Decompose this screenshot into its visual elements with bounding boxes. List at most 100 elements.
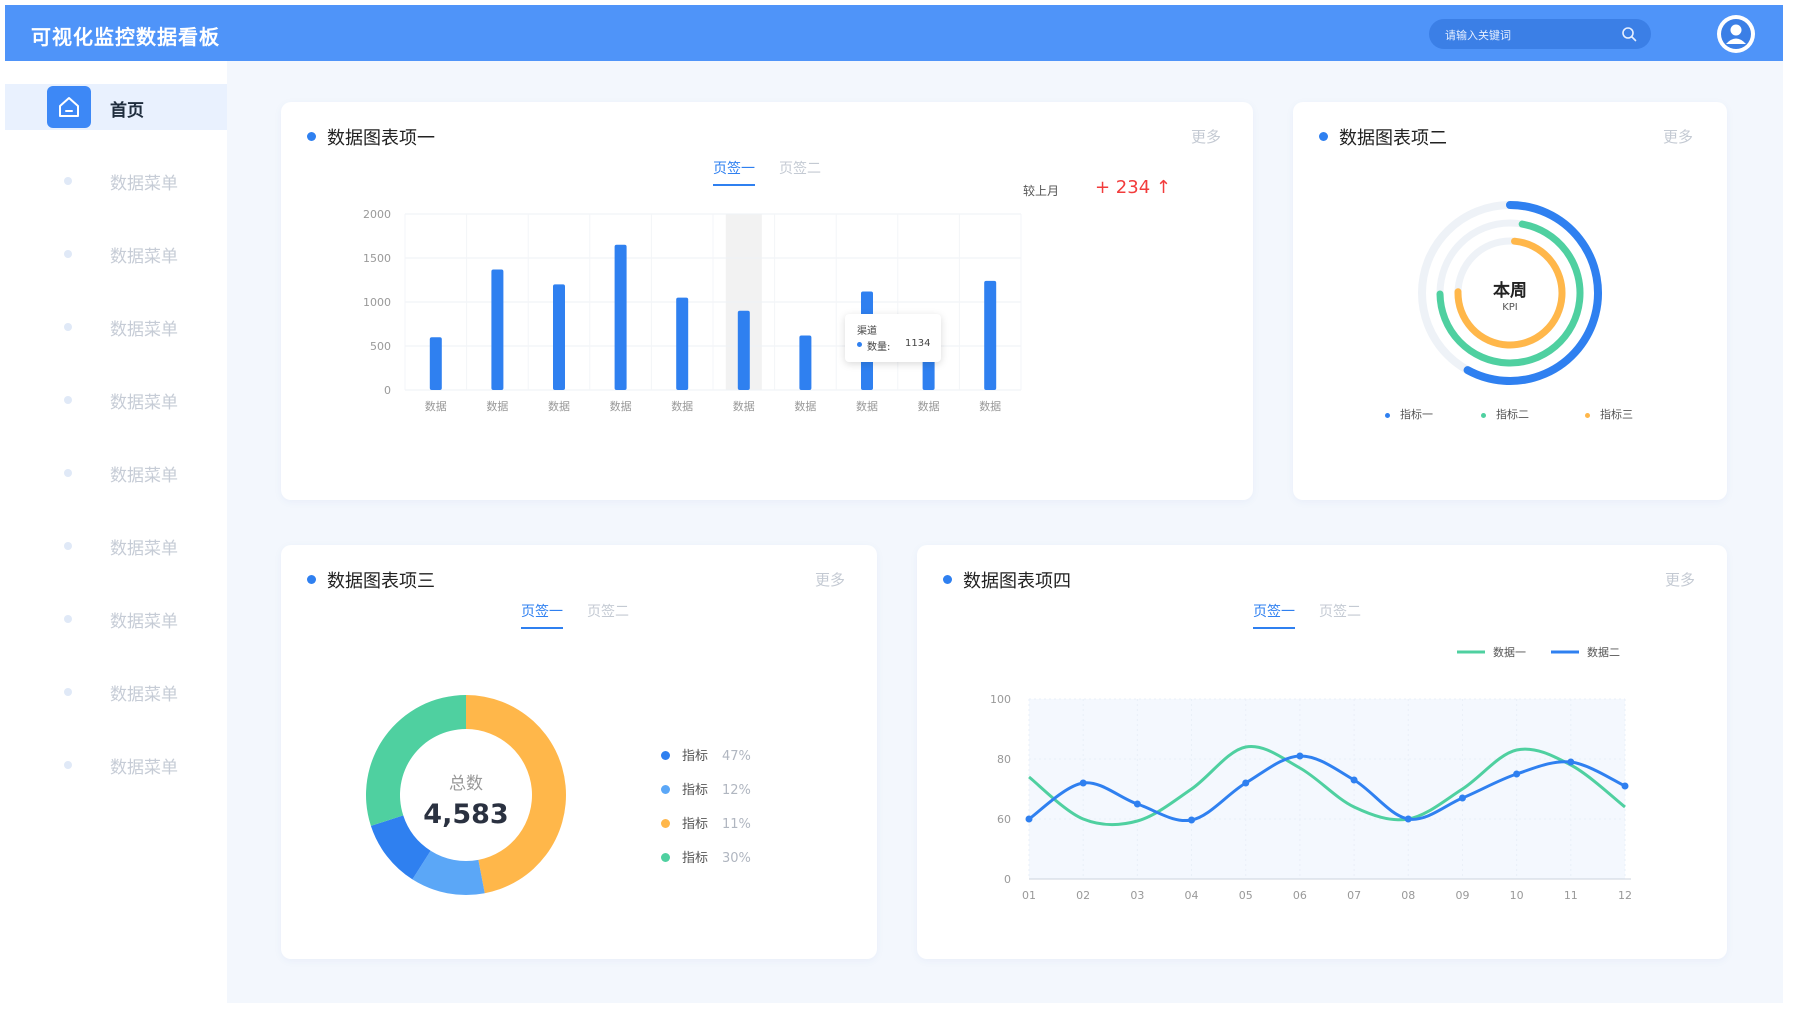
bar xyxy=(984,280,997,390)
legend-label: 指标一 xyxy=(1400,408,1433,421)
x-tick-label: 12 xyxy=(1618,889,1632,902)
user-avatar[interactable] xyxy=(1717,15,1755,53)
x-tick-label: 04 xyxy=(1185,889,1199,902)
legend-dot xyxy=(1481,412,1486,418)
sidebar-item-data-menu[interactable]: 数据菜单 xyxy=(5,376,227,422)
bar-tooltip: 渠道 数量: 1134 xyxy=(845,314,941,362)
x-tick-label: 数据 xyxy=(794,399,816,413)
kpi-rings-chart xyxy=(1418,201,1602,385)
sidebar: 首页 数据菜单 数据菜单 数据菜单 数据菜单 数据菜单 数据菜单 数据菜单 数据… xyxy=(5,61,227,1003)
search-icon[interactable] xyxy=(1621,26,1637,42)
sidebar-item-data-menu[interactable]: 数据菜单 xyxy=(5,449,227,495)
sidebar-item-data-menu[interactable]: 数据菜单 xyxy=(5,595,227,641)
bullet-icon xyxy=(64,615,72,623)
card-chart-one: 数据图表项一 更多 页签一 页签二 较上月 + 234 ↑ 0 500 1000 150… xyxy=(281,102,1253,500)
legend-label: 数据二 xyxy=(1587,645,1620,659)
tooltip-label: 数量: xyxy=(867,342,891,353)
bar xyxy=(553,284,565,390)
search-box[interactable] xyxy=(1429,19,1651,49)
y-tick-label: 60 xyxy=(997,813,1011,826)
series-point xyxy=(1567,758,1575,766)
legend-label: 数据一 xyxy=(1493,645,1526,659)
sidebar-item-data-menu[interactable]: 数据菜单 xyxy=(5,741,227,787)
kpi-legend-item-two: 指标二 xyxy=(1481,406,1529,422)
series-point xyxy=(1296,752,1304,760)
line-chart: 0 60 80 100 01 02 03 04 05 06 07 08 09 10 11 12 数据一 数据二 xyxy=(990,645,1632,902)
sidebar-item-data-menu[interactable]: 数据菜单 xyxy=(5,522,227,568)
legend-label: 指标二 xyxy=(1496,408,1529,421)
legend-label: 指标 xyxy=(682,749,709,764)
kpi-legend-item-one: 指标一 xyxy=(1385,406,1433,422)
legend-dot xyxy=(661,785,670,794)
x-tick-label: 11 xyxy=(1564,889,1578,902)
series-point xyxy=(1621,782,1629,790)
search-input[interactable] xyxy=(1443,25,1617,45)
bullet-icon xyxy=(64,250,72,258)
y-tick-label: 100 xyxy=(990,693,1011,706)
legend-label: 指标 xyxy=(682,851,709,866)
kpi-center-sub: KPI xyxy=(1502,302,1518,313)
sidebar-item-home[interactable]: 首页 xyxy=(5,84,227,130)
tooltip-dot xyxy=(857,342,862,347)
bullet-icon xyxy=(64,396,72,404)
legend-percent: 30% xyxy=(722,851,751,866)
series-point xyxy=(1350,776,1358,784)
bullet-icon xyxy=(64,688,72,696)
donut-legend-item: 指标 12% xyxy=(661,779,751,813)
bar xyxy=(676,297,689,390)
y-tick-label: 1500 xyxy=(363,252,391,265)
dashboard-frame: 可视化监控数据看板 首页 数据菜单 xyxy=(5,5,1783,1003)
donut-center-label: 总数 xyxy=(449,774,483,794)
legend-dot xyxy=(661,819,670,828)
y-tick-label: 500 xyxy=(370,340,391,353)
legend-percent: 47% xyxy=(722,749,751,764)
x-tick-label: 03 xyxy=(1130,889,1144,902)
x-tick-label: 数据 xyxy=(671,399,693,413)
app-title: 可视化监控数据看板 xyxy=(31,25,220,49)
bar xyxy=(491,269,504,390)
bullet-icon xyxy=(64,469,72,477)
series-point xyxy=(1513,770,1521,778)
sidebar-item-data-menu[interactable]: 数据菜单 xyxy=(5,668,227,714)
y-tick-label: 80 xyxy=(997,753,1011,766)
y-tick-label: 0 xyxy=(1004,873,1011,886)
sidebar-item-label: 数据菜单 xyxy=(110,247,178,267)
donut-legend: 指标 47% 指标 12% 指标 11% 指标 30% xyxy=(661,745,751,881)
x-tick-label: 数据 xyxy=(979,399,1001,413)
series-point xyxy=(1404,815,1412,823)
x-tick-label: 数据 xyxy=(856,399,878,413)
card-chart-three: 数据图表项三 更多 页签一 页签二 总数 4,583 指标 47% 指标 12% 指标… xyxy=(281,545,877,959)
tooltip-value: 1134 xyxy=(905,338,931,349)
series-point xyxy=(1188,816,1196,824)
series-point xyxy=(1025,815,1033,823)
x-tick-label: 数据 xyxy=(733,399,755,413)
x-tick-label: 02 xyxy=(1076,889,1090,902)
card-chart-four: 数据图表项四 更多 页签一 页签二 0 60 80 100 01 02 03 04 05 06 07 0… xyxy=(917,545,1727,959)
home-icon-box xyxy=(47,86,91,128)
bar xyxy=(737,310,750,390)
kpi-center-title: 本周 xyxy=(1493,281,1527,301)
sidebar-item-label: 数据菜单 xyxy=(110,320,178,340)
x-tick-label: 07 xyxy=(1347,889,1361,902)
bar xyxy=(614,244,627,390)
sidebar-item-label: 数据菜单 xyxy=(110,685,178,705)
sidebar-item-data-menu[interactable]: 数据菜单 xyxy=(5,230,227,276)
y-tick-label: 1000 xyxy=(363,296,391,309)
donut-legend-item: 指标 11% xyxy=(661,813,751,847)
x-tick-label: 数据 xyxy=(486,399,508,413)
x-tick-label: 数据 xyxy=(548,399,570,413)
x-tick-label: 09 xyxy=(1455,889,1469,902)
x-tick-label: 数据 xyxy=(918,399,940,413)
donut-chart xyxy=(366,695,566,895)
bullet-icon xyxy=(64,323,72,331)
sidebar-item-data-menu[interactable]: 数据菜单 xyxy=(5,157,227,203)
legend-label: 指标三 xyxy=(1600,408,1633,421)
bullet-icon xyxy=(64,542,72,550)
x-tick-label: 05 xyxy=(1239,889,1253,902)
x-tick-label: 06 xyxy=(1293,889,1307,902)
sidebar-item-data-menu[interactable]: 数据菜单 xyxy=(5,303,227,349)
sidebar-item-label: 数据菜单 xyxy=(110,466,178,486)
legend-dot xyxy=(1585,412,1590,418)
y-tick-label: 0 xyxy=(384,384,391,397)
x-tick-label: 10 xyxy=(1510,889,1524,902)
